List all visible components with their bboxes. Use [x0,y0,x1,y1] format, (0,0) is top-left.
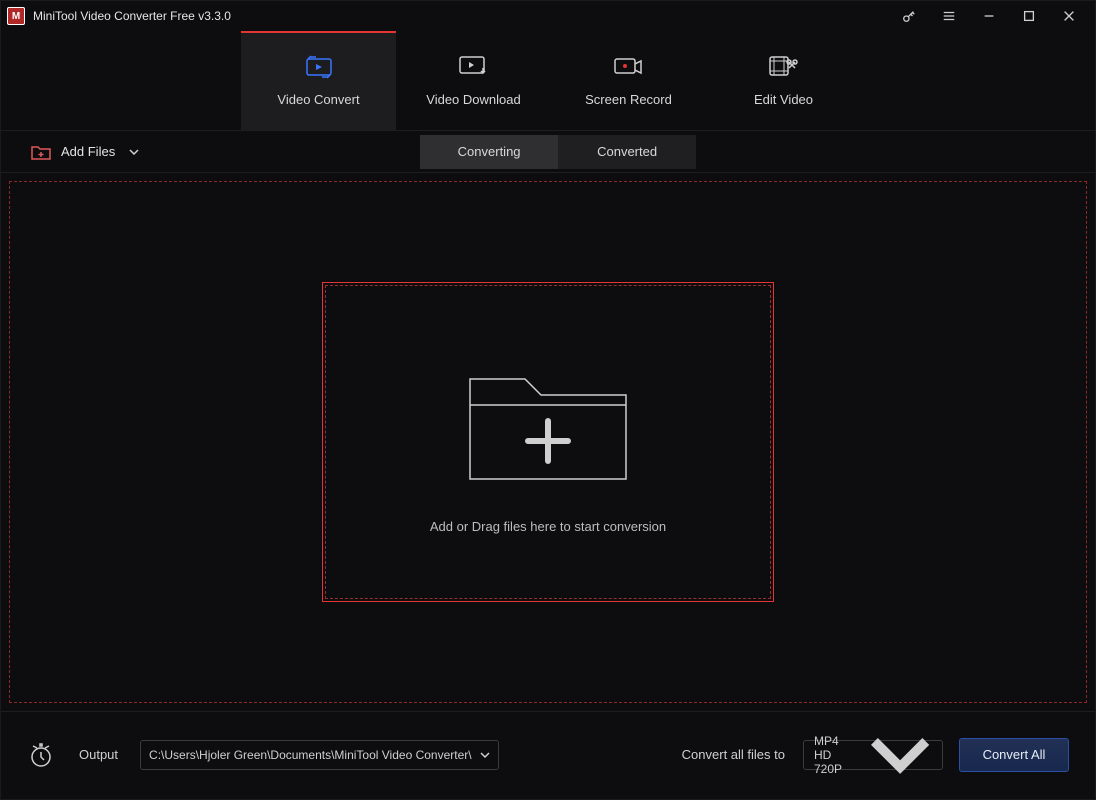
content-area: Add or Drag files here to start conversi… [1,173,1095,711]
convert-icon [302,54,336,80]
add-files-icon [31,144,51,160]
tab-label: Converting [458,144,521,159]
add-files-button[interactable]: Add Files [31,144,115,160]
conversion-tabs: Converting Converted [420,135,696,169]
tab-label: Converted [597,144,657,159]
nav-video-convert[interactable]: Video Convert [241,31,396,130]
output-path-selector[interactable]: C:\Users\Hjoler Green\Documents\MiniTool… [140,740,499,770]
convert-to-label: Convert all files to [682,747,785,762]
app-logo: M [7,7,25,25]
nav-label: Video Convert [277,92,359,107]
minimize-button[interactable] [969,1,1009,31]
maximize-button[interactable] [1009,1,1049,31]
convert-all-button[interactable]: Convert All [959,738,1069,772]
footer: Output C:\Users\Hjoler Green\Documents\M… [1,711,1095,797]
menu-icon[interactable] [929,1,969,31]
toolbar: Add Files Converting Converted [1,131,1095,173]
output-path: C:\Users\Hjoler Green\Documents\MiniTool… [149,748,472,762]
nav-screen-record[interactable]: Screen Record [551,31,706,130]
dropzone-hint: Add or Drag files here to start conversi… [430,519,666,534]
app-title: MiniTool Video Converter Free v3.3.0 [33,9,231,23]
content-dropframe: Add or Drag files here to start conversi… [9,181,1087,703]
chevron-down-icon [868,735,932,774]
add-files-label: Add Files [61,144,115,159]
add-files-dropdown[interactable] [127,145,141,159]
nav-edit-video[interactable]: Edit Video [706,31,861,130]
dropzone-inner: Add or Drag files here to start conversi… [325,285,771,599]
titlebar: M MiniTool Video Converter Free v3.3.0 [1,1,1095,31]
convert-all-label: Convert All [983,747,1046,762]
format-selector[interactable]: MP4 HD 720P [803,740,943,770]
main-nav: Video Convert Video Download Screen Reco… [1,31,1095,131]
nav-video-download[interactable]: Video Download [396,31,551,130]
nav-label: Video Download [426,92,520,107]
tab-converted[interactable]: Converted [558,135,696,169]
nav-label: Edit Video [754,92,813,107]
key-icon[interactable] [889,1,929,31]
chevron-down-icon [480,752,490,758]
clock-icon[interactable] [27,741,55,769]
output-label: Output [79,747,118,762]
dropzone[interactable]: Add or Drag files here to start conversi… [322,282,774,602]
download-icon [457,54,491,80]
record-icon [612,54,646,80]
tab-converting[interactable]: Converting [420,135,558,169]
close-button[interactable] [1049,1,1089,31]
edit-icon [767,54,801,80]
nav-label: Screen Record [585,92,672,107]
format-value: MP4 HD 720P [814,734,856,776]
folder-plus-icon [458,351,638,491]
